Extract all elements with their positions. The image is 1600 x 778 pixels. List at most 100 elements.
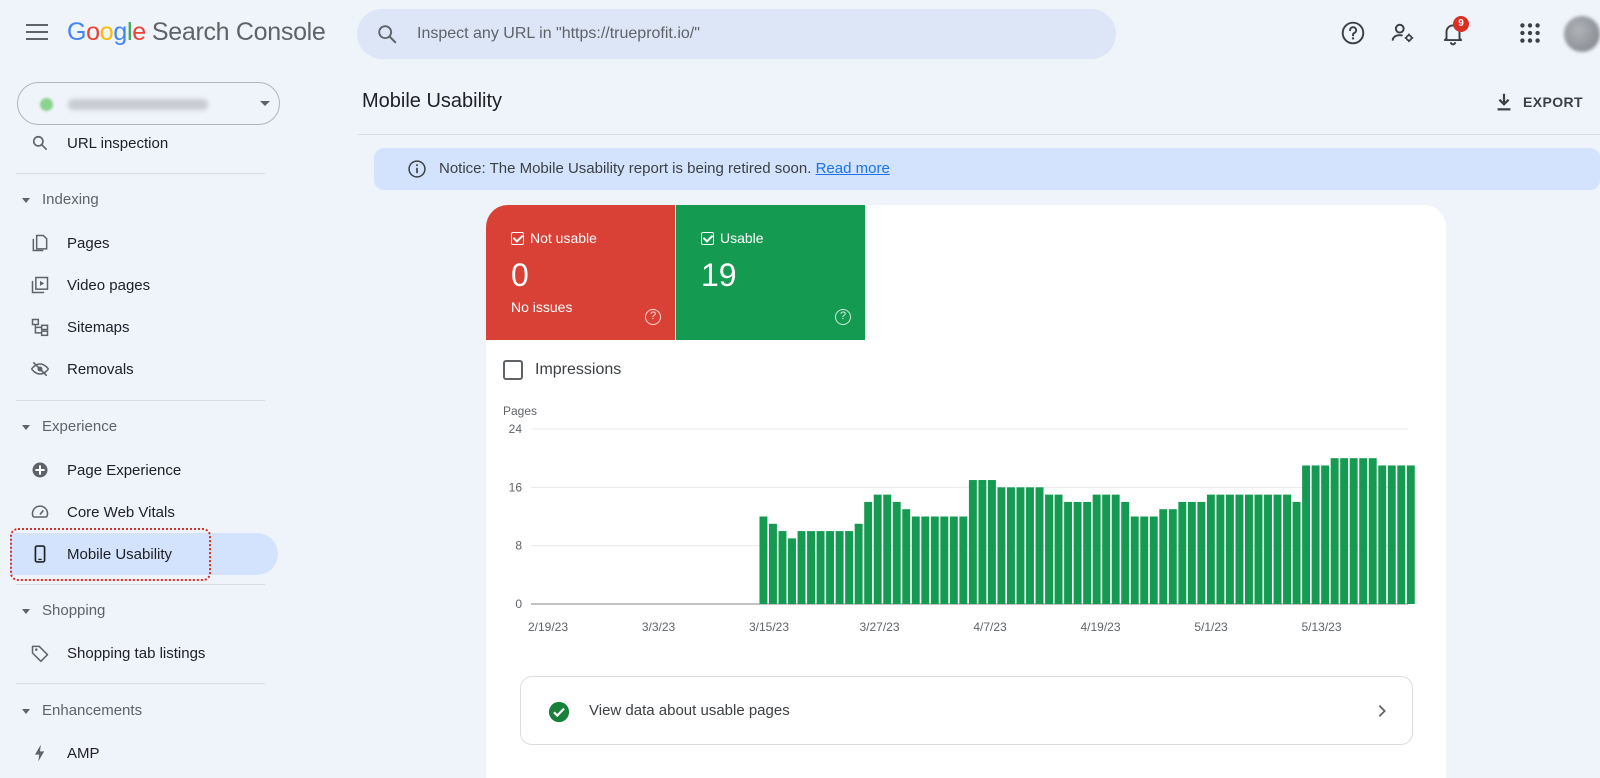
impressions-checkbox[interactable] — [503, 360, 523, 380]
chart-bar[interactable] — [1216, 494, 1225, 605]
chart-bar[interactable] — [949, 516, 958, 605]
chart-bar[interactable] — [1225, 494, 1234, 605]
chart-bar[interactable] — [835, 531, 844, 604]
main-menu-icon[interactable] — [26, 24, 48, 42]
chart-bar[interactable] — [1140, 516, 1149, 605]
property-selector[interactable] — [17, 82, 280, 125]
sidebar-item-url-inspection[interactable]: URL inspection — [10, 122, 278, 164]
chart-bar[interactable] — [845, 531, 854, 604]
product-name: Search Console — [151, 18, 326, 46]
chart-bar[interactable] — [1130, 516, 1139, 605]
chart-bar[interactable] — [883, 494, 892, 605]
chart-bar[interactable] — [1159, 509, 1168, 604]
chart-bar[interactable] — [1387, 465, 1396, 604]
chart-bar[interactable] — [788, 538, 796, 605]
chart-bar[interactable] — [1121, 501, 1130, 604]
manage-users-icon[interactable] — [1390, 20, 1416, 46]
chart-bar[interactable] — [1092, 494, 1101, 605]
chart-bar[interactable] — [854, 523, 863, 604]
chart-bar[interactable] — [1178, 501, 1187, 604]
chart-bar[interactable] — [769, 523, 777, 604]
checkbox-checked-icon[interactable] — [511, 232, 524, 245]
sidebar-item-mobile-usability[interactable]: Mobile Usability — [10, 533, 278, 575]
chart-bar[interactable] — [1026, 487, 1034, 604]
chart-bar[interactable] — [1007, 487, 1015, 604]
chart-bar[interactable] — [864, 501, 873, 604]
read-more-link[interactable]: Read more — [816, 160, 890, 177]
chart-bar[interactable] — [826, 531, 835, 604]
chart-bar[interactable] — [892, 501, 901, 604]
chart-bar[interactable] — [1073, 501, 1082, 604]
sidebar-item-amp[interactable]: AMP — [10, 732, 278, 774]
chart-bar[interactable] — [902, 509, 911, 604]
search-console-logo[interactable]: Google Search Console — [67, 18, 326, 47]
sidebar-item-video-pages[interactable]: Video pages — [10, 264, 278, 306]
chart-bar[interactable] — [978, 480, 987, 604]
help-icon[interactable]: ? — [645, 309, 661, 325]
url-inspect-input[interactable] — [417, 22, 1097, 46]
chart-bar[interactable] — [1054, 494, 1063, 605]
chart-bar[interactable] — [816, 531, 825, 604]
chart-bar[interactable] — [1406, 465, 1415, 604]
chart-bar[interactable] — [1254, 494, 1263, 605]
chart-bar[interactable] — [1397, 465, 1406, 604]
chart-bar[interactable] — [1378, 465, 1387, 604]
chart-bar[interactable] — [1273, 494, 1282, 605]
sidebar-item-pages[interactable]: Pages — [10, 222, 278, 264]
help-icon[interactable]: ? — [835, 309, 851, 325]
chart-bar[interactable] — [959, 516, 968, 605]
chart-bar[interactable] — [911, 516, 920, 605]
chart-bar[interactable] — [1168, 509, 1177, 604]
chart-bar[interactable] — [1311, 465, 1320, 604]
view-usable-pages-row[interactable]: View data about usable pages — [520, 676, 1413, 745]
chart-bar[interactable] — [873, 494, 882, 605]
chart-bar[interactable] — [1340, 458, 1349, 604]
usable-tile[interactable]: Usable 19 ? — [676, 205, 865, 340]
chart-bar[interactable] — [1064, 501, 1073, 604]
sidebar-item-core-web-vitals[interactable]: Core Web Vitals — [10, 491, 278, 533]
chart-bar[interactable] — [1264, 494, 1272, 605]
chart-bar[interactable] — [1111, 494, 1120, 605]
chart-bar[interactable] — [1083, 501, 1092, 604]
chart-bar[interactable] — [1359, 458, 1368, 604]
checkbox-checked-icon[interactable] — [701, 232, 714, 245]
chart-bar[interactable] — [797, 531, 806, 604]
chart-bar[interactable] — [987, 480, 996, 604]
chart-bar[interactable] — [1187, 501, 1196, 604]
chart-bar[interactable] — [778, 531, 787, 604]
chart-bar[interactable] — [1321, 465, 1330, 604]
chart-bar[interactable] — [1283, 494, 1291, 605]
impressions-toggle[interactable]: Impressions — [503, 359, 621, 381]
chart-bar[interactable] — [1330, 458, 1339, 604]
sidebar-item-sitemaps[interactable]: Sitemaps — [10, 306, 278, 348]
chart-bar[interactable] — [1149, 516, 1158, 605]
chart-bar[interactable] — [1349, 458, 1358, 604]
chart-bar[interactable] — [1302, 465, 1311, 604]
chart-bar[interactable] — [1206, 494, 1215, 605]
chart-bar[interactable] — [921, 516, 930, 605]
chart-bar[interactable] — [968, 480, 977, 604]
export-button[interactable]: EXPORT — [1493, 90, 1583, 114]
chart-bar[interactable] — [1035, 487, 1044, 604]
chart-bar[interactable] — [1368, 458, 1377, 604]
url-inspect-search-bar[interactable] — [357, 9, 1116, 59]
apps-grid-icon[interactable] — [1517, 20, 1543, 46]
chart-bar[interactable] — [1102, 494, 1111, 605]
chart-bar[interactable] — [1016, 487, 1025, 604]
account-avatar[interactable] — [1564, 16, 1600, 52]
chart-bar[interactable] — [759, 516, 768, 605]
chart-bar[interactable] — [1045, 494, 1053, 605]
chart-bar[interactable] — [1235, 494, 1244, 605]
chart-bar[interactable] — [807, 531, 815, 604]
sidebar-item-shopping-tab-listings[interactable]: Shopping tab listings — [10, 632, 278, 674]
chart-bar[interactable] — [1197, 501, 1206, 604]
help-icon[interactable] — [1340, 20, 1366, 46]
chart-bar[interactable] — [1292, 501, 1301, 604]
not-usable-tile[interactable]: Not usable 0 No issues ? — [486, 205, 675, 340]
chart-bar[interactable] — [930, 516, 939, 605]
sidebar-item-removals[interactable]: Removals — [10, 348, 278, 390]
sidebar-item-page-experience[interactable]: Page Experience — [10, 449, 278, 491]
chart-bar[interactable] — [940, 516, 949, 605]
chart-bar[interactable] — [997, 487, 1006, 604]
chart-bar[interactable] — [1245, 494, 1253, 605]
